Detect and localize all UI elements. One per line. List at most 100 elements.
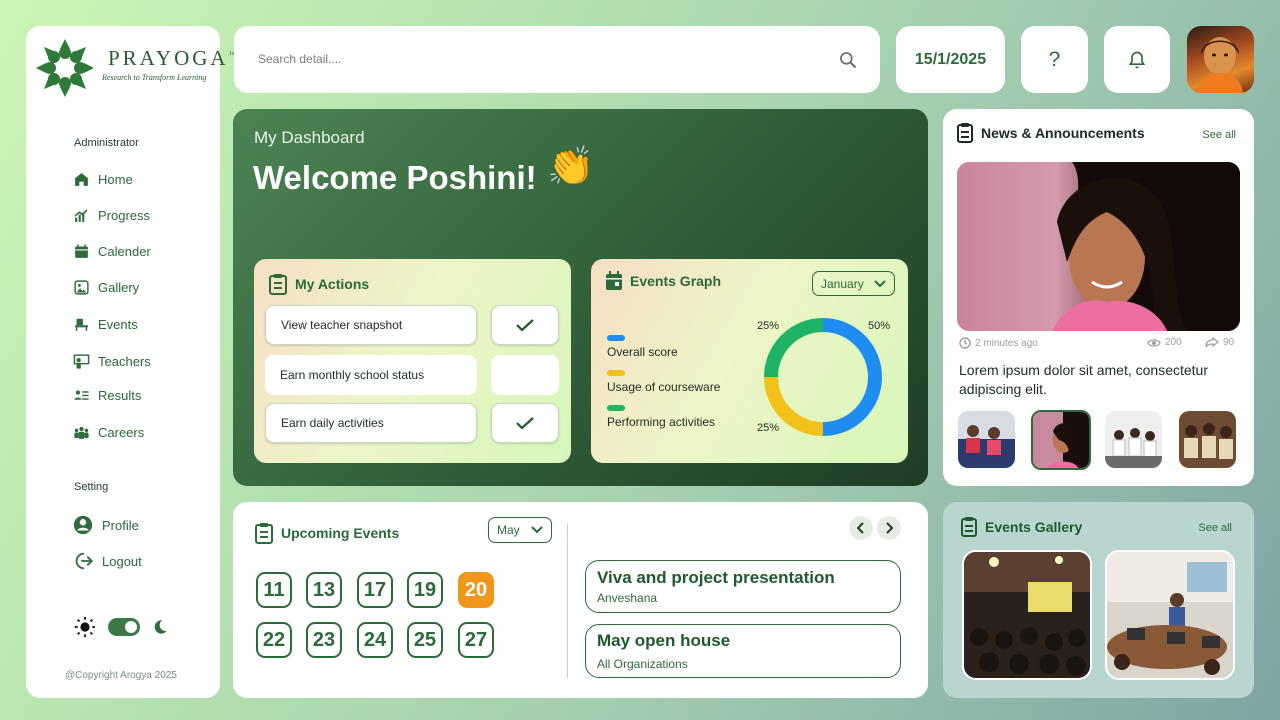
sidebar-item-label: Progress bbox=[98, 207, 151, 223]
news-time-text: 2 minutes ago bbox=[975, 337, 1038, 349]
chevron-down-icon bbox=[531, 526, 543, 534]
sidebar-item-teachers[interactable]: Teachers bbox=[72, 352, 151, 370]
calendar-day[interactable]: 27 bbox=[458, 622, 494, 658]
legend-swatch-yellow bbox=[607, 370, 625, 376]
chart-percent-label: 25% bbox=[757, 320, 780, 332]
calendar-icon bbox=[606, 271, 622, 290]
help-button[interactable]: ? bbox=[1021, 26, 1088, 93]
next-button[interactable] bbox=[877, 516, 901, 540]
event-subtitle: Anveshana bbox=[597, 591, 658, 605]
news-thumbnail[interactable] bbox=[958, 411, 1015, 468]
action-checkbox[interactable] bbox=[491, 305, 559, 345]
sidebar-item-label: Teachers bbox=[98, 353, 151, 369]
theme-toggle[interactable] bbox=[108, 618, 140, 636]
sidebar-item-careers[interactable]: Careers bbox=[72, 423, 144, 441]
gallery-image[interactable] bbox=[1105, 550, 1235, 680]
action-item[interactable]: Earn daily activities bbox=[265, 403, 477, 443]
brand-logo[interactable]: PRAYOGA™ Research to Transform Learning bbox=[34, 36, 236, 100]
calendar-day[interactable]: 24 bbox=[357, 622, 393, 658]
donut-slice-performing-activities bbox=[764, 318, 824, 378]
month-dropdown[interactable]: January bbox=[812, 271, 895, 296]
action-item[interactable]: View teacher snapshot bbox=[265, 305, 477, 345]
progress-icon bbox=[72, 206, 90, 224]
sidebar-item-events[interactable]: Events bbox=[72, 315, 138, 333]
news-views: 200 bbox=[1147, 337, 1182, 348]
calendar-day[interactable]: 11 bbox=[256, 572, 292, 608]
news-see-all-link[interactable]: See all bbox=[1202, 129, 1236, 141]
chart-percent-label: 50% bbox=[868, 320, 891, 332]
sidebar-item-calender[interactable]: Calender bbox=[72, 242, 151, 260]
action-item[interactable]: Earn monthly school status bbox=[265, 355, 477, 395]
classroom-thumbnail-image bbox=[1179, 411, 1236, 468]
sun-icon bbox=[74, 616, 96, 638]
clock-icon bbox=[959, 337, 971, 349]
events-gallery-card: Events Gallery See all bbox=[943, 502, 1254, 698]
chevron-left-icon bbox=[857, 522, 864, 534]
sidebar-item-label: Calender bbox=[98, 243, 151, 259]
sidebar: PRAYOGA™ Research to Transform Learning … bbox=[26, 26, 236, 698]
calendar-day[interactable]: 25 bbox=[407, 622, 443, 658]
home-icon bbox=[72, 170, 90, 188]
brand-name: PRAYOGA™ bbox=[108, 46, 237, 70]
sidebar-item-gallery[interactable]: Gallery bbox=[72, 278, 139, 296]
chart-percent-label: 25% bbox=[757, 422, 780, 434]
calendar-day[interactable]: 22 bbox=[256, 622, 292, 658]
prev-button[interactable] bbox=[849, 516, 873, 540]
legend-item-usage-courseware: Usage of courseware bbox=[607, 370, 720, 394]
profile-icon bbox=[72, 514, 94, 536]
sidebar-item-logout[interactable]: Logout bbox=[72, 550, 142, 572]
event-title: May open house bbox=[597, 631, 731, 650]
news-headline[interactable]: Lorem ipsum dolor sit amet, consectetur … bbox=[959, 361, 1239, 399]
calendar-day[interactable]: 13 bbox=[306, 572, 342, 608]
upcoming-month-dropdown[interactable]: May bbox=[488, 517, 552, 543]
search-icon[interactable] bbox=[838, 50, 858, 70]
calendar-day-selected[interactable]: 20 bbox=[458, 572, 494, 608]
sidebar-item-results[interactable]: Results bbox=[72, 386, 141, 404]
news-thumbnail-selected[interactable] bbox=[1031, 410, 1091, 470]
welcome-heading: Welcome Poshini! bbox=[253, 159, 537, 196]
upcoming-events-label: Upcoming Events bbox=[281, 525, 400, 541]
news-thumbnail[interactable] bbox=[1105, 411, 1162, 468]
share-icon bbox=[1205, 337, 1219, 348]
sidebar-item-label: Events bbox=[98, 316, 138, 332]
students-thumbnail-image bbox=[958, 411, 1015, 468]
news-timestamp: 2 minutes ago bbox=[959, 337, 1038, 349]
notification-button[interactable] bbox=[1104, 26, 1170, 93]
sidebar-item-home[interactable]: Home bbox=[72, 170, 133, 188]
month-dropdown-value: January bbox=[821, 276, 864, 291]
calendar-day[interactable]: 19 bbox=[407, 572, 443, 608]
gallery-see-all-link[interactable]: See all bbox=[1198, 522, 1232, 534]
calendar-day[interactable]: 17 bbox=[357, 572, 393, 608]
avatar-portrait-image bbox=[1197, 37, 1243, 93]
action-checkbox[interactable] bbox=[491, 355, 559, 395]
calendar-day[interactable]: 23 bbox=[306, 622, 342, 658]
sidebar-item-label: Home bbox=[98, 171, 133, 187]
bell-icon bbox=[1128, 51, 1146, 68]
sidebar-item-progress[interactable]: Progress bbox=[72, 206, 150, 224]
news-featured-image[interactable] bbox=[957, 162, 1240, 331]
user-avatar[interactable] bbox=[1187, 26, 1254, 93]
calendar-icon bbox=[72, 242, 90, 260]
search-input[interactable] bbox=[258, 46, 818, 72]
copyright-text: @Copyright Arogya 2025 bbox=[65, 670, 177, 681]
dashboard-subtitle: My Dashboard bbox=[254, 128, 365, 147]
checkmark-icon bbox=[516, 417, 534, 430]
current-date: 15/1/2025 bbox=[896, 26, 1005, 93]
events-graph-label: Events Graph bbox=[630, 273, 722, 289]
news-thumbnail[interactable] bbox=[1179, 411, 1236, 468]
sidebar-item-profile[interactable]: Profile bbox=[72, 514, 139, 536]
sidebar-item-label: Results bbox=[98, 387, 142, 403]
news-title: News & Announcements bbox=[957, 123, 1145, 143]
news-shares: 90 bbox=[1205, 337, 1234, 348]
moon-icon bbox=[154, 620, 167, 634]
auditorium-event-image bbox=[964, 552, 1090, 678]
event-item[interactable]: May open house All Organizations bbox=[585, 624, 901, 678]
events-graph-title: Events Graph bbox=[605, 271, 721, 291]
logo-flower-icon bbox=[36, 39, 94, 97]
sidebar-item-label: Careers bbox=[98, 424, 145, 440]
chevron-down-icon bbox=[874, 279, 886, 287]
gallery-image[interactable] bbox=[962, 550, 1092, 680]
news-title-label: News & Announcements bbox=[981, 125, 1145, 141]
event-item[interactable]: Viva and project presentation Anveshana bbox=[585, 560, 901, 613]
action-checkbox[interactable] bbox=[491, 403, 559, 443]
